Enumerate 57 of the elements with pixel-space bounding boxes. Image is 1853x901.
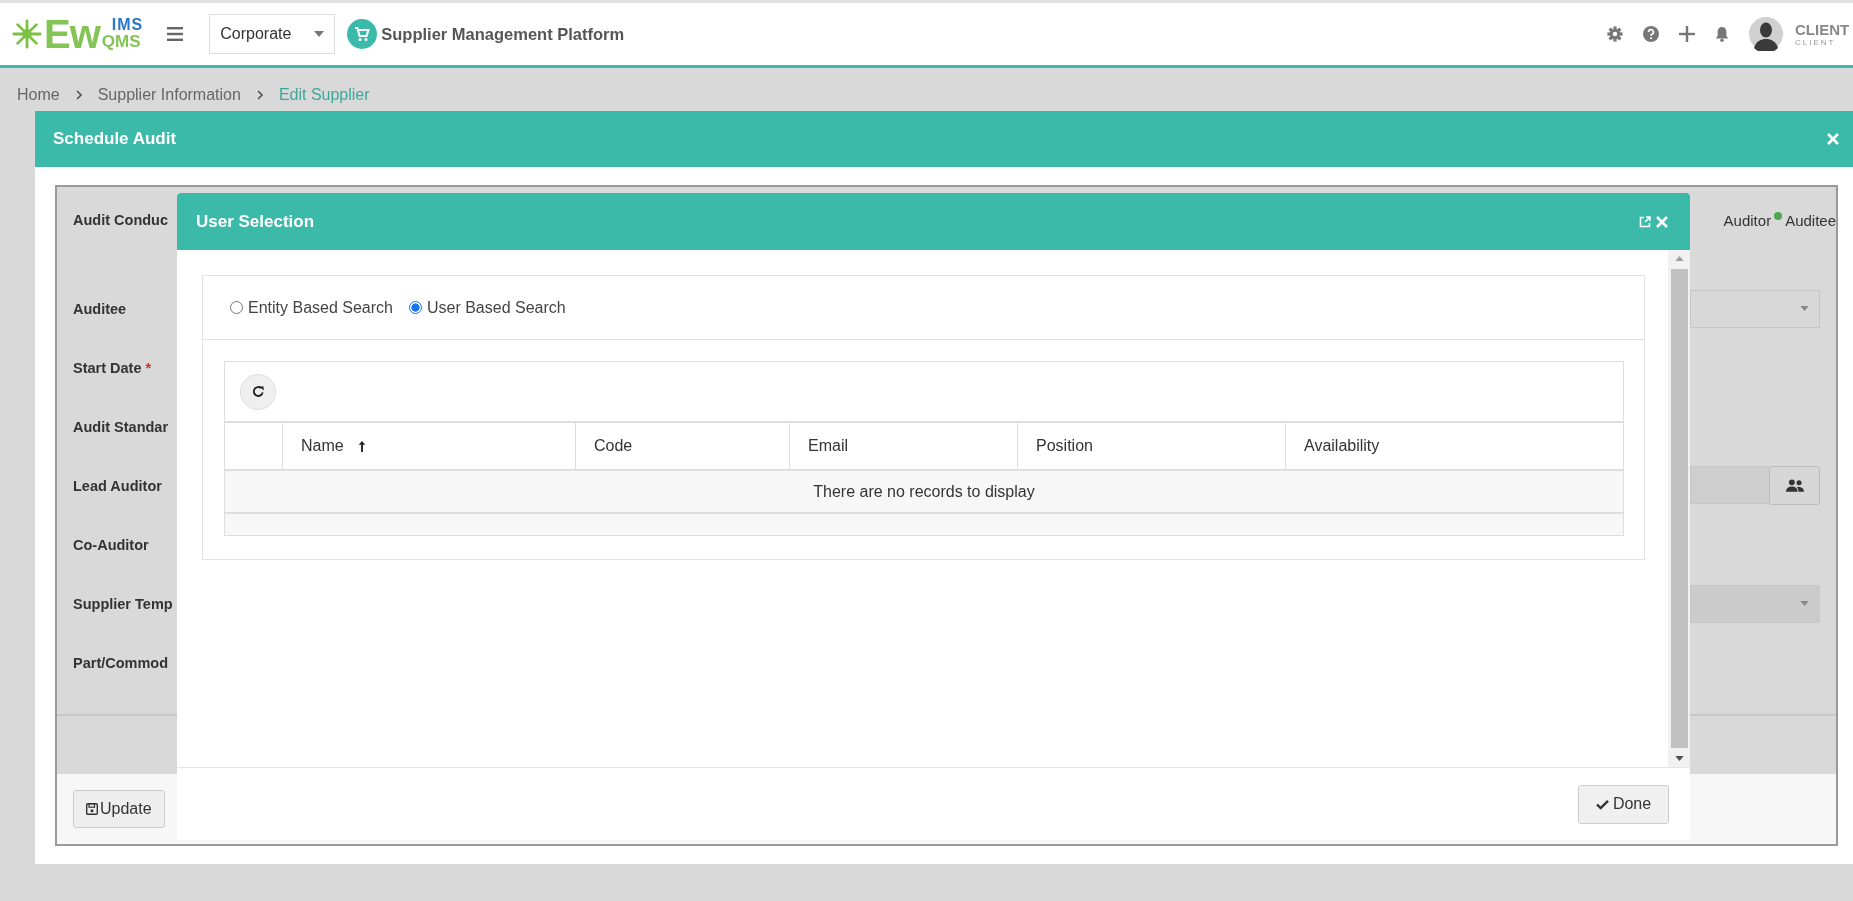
input-field[interactable]: [1690, 466, 1769, 504]
legend-label: Auditor: [1723, 211, 1772, 229]
bell-icon[interactable]: [1715, 26, 1729, 42]
close-icon[interactable]: [1827, 133, 1839, 145]
update-button[interactable]: Update: [73, 790, 165, 828]
app-title: Supplier Management Platform: [381, 24, 625, 44]
dropdown-field[interactable]: [1690, 584, 1820, 623]
chevron-right-icon: [256, 89, 263, 100]
external-link-icon[interactable]: [1639, 215, 1651, 228]
field-label: Start Date *: [73, 359, 153, 376]
save-icon: [86, 803, 98, 815]
breadcrumb-link[interactable]: Supplier Information: [97, 85, 241, 104]
field-label: Auditee: [73, 300, 128, 317]
done-button[interactable]: Done: [1578, 784, 1669, 824]
dropdown-field[interactable]: [1690, 289, 1820, 328]
add-icon[interactable]: [1679, 26, 1695, 42]
user-name: CLIENT: [1795, 21, 1851, 37]
starburst-logo-icon: [12, 19, 42, 49]
field-label: Lead Auditor: [73, 477, 163, 494]
legend-label: Auditee: [1785, 211, 1836, 229]
refresh-icon: [251, 385, 265, 398]
breadcrumb-link[interactable]: Home: [17, 85, 60, 104]
close-icon[interactable]: [1656, 215, 1668, 228]
empty-message: There are no records to display: [813, 482, 1035, 501]
settings-icon[interactable]: [1607, 26, 1623, 42]
logo-text: QMS: [101, 32, 142, 50]
avatar-icon[interactable]: [1749, 17, 1783, 51]
column-header[interactable]: Availability: [1286, 423, 1623, 469]
field-label: Part/Commod: [73, 654, 170, 671]
search-mode-radio[interactable]: User Based Search: [408, 298, 566, 317]
user-picker-button[interactable]: [1769, 466, 1820, 505]
field-label: Audit Standar: [73, 418, 170, 435]
field-label: Co-Auditor: [73, 536, 150, 553]
field-label: Audit Conduc: [73, 212, 170, 228]
user-role: CLIENT: [1795, 38, 1837, 47]
menu-icon[interactable]: [167, 27, 184, 41]
dialog-title: User Selection: [196, 211, 315, 232]
cart-icon: [347, 19, 378, 49]
radio-icon[interactable]: [408, 301, 422, 314]
logo-text: IMS: [110, 16, 144, 33]
scrollbar[interactable]: [1668, 250, 1690, 767]
search-mode-radio[interactable]: Entity Based Search: [230, 298, 393, 317]
users-icon: [1785, 479, 1804, 492]
check-icon: [1595, 798, 1609, 810]
caret-icon: [1800, 601, 1809, 606]
help-icon[interactable]: [1643, 26, 1659, 42]
caret-icon: [1800, 306, 1809, 311]
scroll-thumb[interactable]: [1670, 269, 1688, 748]
logo-text: Ew: [44, 14, 100, 54]
caret-icon: [314, 31, 325, 37]
scroll-down-icon[interactable]: [1674, 756, 1684, 761]
refresh-button[interactable]: [240, 373, 276, 410]
scroll-up-icon[interactable]: [1674, 256, 1684, 261]
chevron-right-icon: [75, 89, 82, 100]
entity-select[interactable]: Corporate: [209, 14, 336, 54]
dialog-title: Schedule Audit: [53, 129, 177, 149]
field-label: Supplier Temp: [73, 595, 174, 612]
